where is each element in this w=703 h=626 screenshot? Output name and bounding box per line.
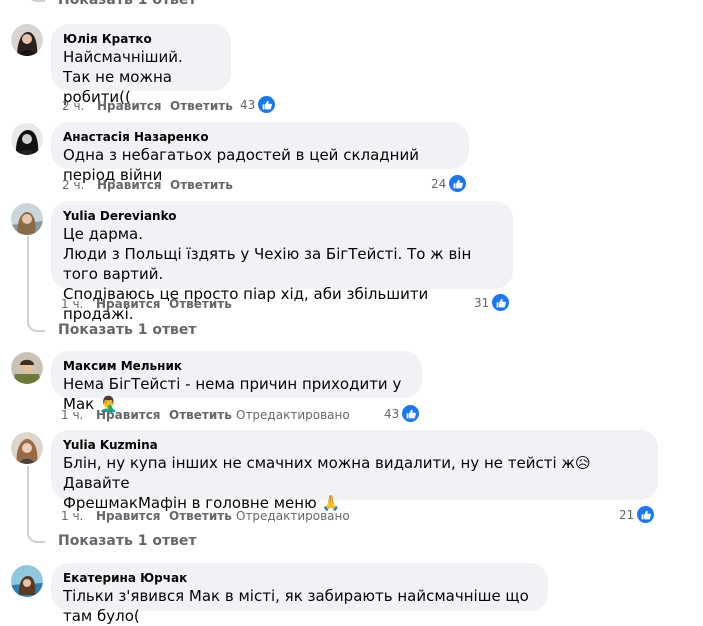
comment-author[interactable]: Yulia Kuzmina [63,437,646,453]
avatar[interactable] [11,123,43,155]
comment-bubble: Yulia Kuzmina Блін, ну купа інших не сма… [51,430,658,512]
comment-text: Найсмачніший. Так не можна робити(( [63,48,183,106]
thumbs-up-icon [449,175,467,192]
comment-timestamp[interactable]: 2 ч. [62,99,97,113]
like-button[interactable]: Нравится [96,408,169,422]
comment-actions: 1 ч. Нравится Ответить [61,297,236,311]
thread-connector [27,316,45,332]
comment-bubble: Анастасія Назаренко Одна з небагатьох ра… [51,122,469,184]
reaction-count[interactable]: 24 [431,175,467,192]
thread-line [27,466,29,527]
avatar[interactable] [11,24,43,56]
show-replies-link[interactable]: Показать 1 ответ [58,533,197,549]
comment-timestamp[interactable]: 2 ч. [62,178,97,192]
comment-bubble: Юлія Кратко Найсмачніший. Так не можна р… [51,24,231,106]
comment-actions: 1 ч. Нравится Ответить Отредактировано [61,408,350,422]
reaction-count-value: 43 [240,97,256,112]
avatar[interactable] [11,432,43,464]
comment-bubble: Екатерина Юрчак Тільки з'явився Мак в мі… [51,563,548,625]
reply-button[interactable]: Ответить [169,297,236,311]
thumbs-up-icon [258,96,276,113]
comment-actions: 1 ч. Нравится Ответить Отредактировано [61,509,350,523]
thread-connector [27,527,45,543]
edited-label[interactable]: Отредактировано [236,509,350,523]
thumbs-up-icon [402,405,420,422]
reaction-count-value: 21 [619,507,635,522]
reply-button[interactable]: Ответить [169,509,236,523]
comment-author[interactable]: Максим Мельник [63,358,410,374]
edited-label[interactable]: Отредактировано [236,408,350,422]
like-button[interactable]: Нравится [96,509,169,523]
comment-author[interactable]: Юлія Кратко [63,31,219,47]
avatar[interactable] [11,352,43,384]
reply-button[interactable]: Ответить [170,178,237,192]
comment-author[interactable]: Екатерина Юрчак [63,570,536,586]
avatar[interactable] [11,565,43,597]
comment-actions: 2 ч. Нравится Ответить [62,99,237,113]
thumbs-up-icon [637,506,655,523]
reaction-count[interactable]: 43 [240,96,276,113]
reaction-count-value: 43 [384,406,400,421]
like-button[interactable]: Нравится [97,99,170,113]
reply-button[interactable]: Ответить [169,408,236,422]
comment-author[interactable]: Анастасія Назаренко [63,129,457,145]
reaction-count-value: 24 [431,176,447,191]
thread-line [27,236,29,316]
avatar[interactable] [11,203,43,235]
reaction-count[interactable]: 31 [474,294,510,311]
thread-connector [27,0,45,2]
comment-text: Блін, ну купа інших не смачних можна вид… [63,454,591,512]
reaction-count[interactable]: 21 [619,506,655,523]
reaction-count-value: 31 [474,295,490,310]
comment-timestamp[interactable]: 1 ч. [61,408,96,422]
comment-text: Тільки з'явився Мак в місті, як забирают… [63,587,529,625]
show-replies-link[interactable]: Показать 1 ответ [58,322,197,338]
like-button[interactable]: Нравится [96,297,169,311]
comment-timestamp[interactable]: 1 ч. [61,297,96,311]
comment-bubble: Yulia Derevianko Це дарма. Люди з Польщі… [51,201,513,323]
comment-timestamp[interactable]: 1 ч. [61,509,96,523]
show-replies-link[interactable]: Показать 1 ответ [58,0,197,8]
reaction-count[interactable]: 43 [384,405,420,422]
comment-bubble: Максим Мельник Нема БігТейсті - нема при… [51,351,422,413]
comment-actions: 2 ч. Нравится Ответить [62,178,237,192]
comment-author[interactable]: Yulia Derevianko [63,208,501,224]
reply-button[interactable]: Ответить [170,99,237,113]
thumbs-up-icon [492,294,510,311]
like-button[interactable]: Нравится [97,178,170,192]
